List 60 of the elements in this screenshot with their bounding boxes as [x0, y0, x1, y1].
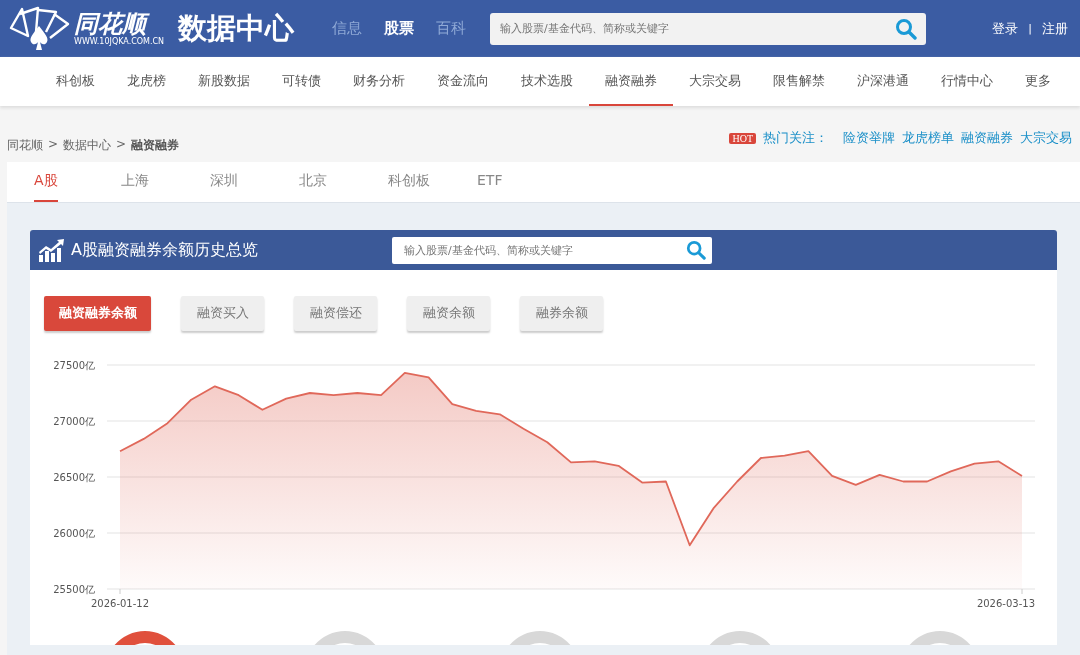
search-field[interactable]: 输入股票/基金代码、简称或关键字 [392, 236, 712, 264]
metric-button[interactable]: 融资偿还 [294, 296, 377, 331]
nav-tab[interactable]: 科创板 [40, 57, 111, 106]
hot-link[interactable]: 险资举牌 [843, 130, 895, 147]
market-tab[interactable]: 上海 [121, 162, 210, 202]
account-link[interactable]: 注册 [1042, 19, 1068, 38]
nav-tab[interactable]: 技术选股 [505, 57, 589, 106]
hot-badge: HOT [729, 133, 756, 144]
y-tick-label: 27500亿 [53, 360, 95, 371]
metric-button[interactable]: 融资买入 [181, 296, 264, 331]
metric-button[interactable]: 融券余额 [520, 296, 603, 331]
cards-spade-logo-icon [8, 5, 70, 52]
metric-button[interactable]: 融资融券余额 [44, 296, 151, 331]
separator-text: | [1028, 22, 1032, 35]
ring-chart-drawing [509, 631, 571, 645]
market-tab[interactable]: 科创板 [388, 162, 477, 202]
ring-chart-drawing [909, 631, 971, 645]
breadcrumb-separator: > [116, 136, 127, 153]
nav-tab[interactable]: 沪深港通 [841, 57, 925, 106]
breadcrumb-link[interactable]: 同花顺 [7, 136, 43, 154]
nav-tab[interactable]: 融资融券 [589, 57, 673, 106]
breadcrumb-separator: > [48, 136, 59, 153]
market-tab[interactable]: ETF [477, 162, 566, 202]
logo-text: 同花顺 [74, 10, 165, 37]
nav-tab[interactable]: 更多 [1009, 57, 1067, 106]
market-tab[interactable]: 北京 [299, 162, 388, 202]
account-link[interactable]: 登录 [992, 19, 1019, 38]
metric-button[interactable]: 融资余额 [407, 296, 490, 331]
nav-tab[interactable]: 财务分析 [337, 57, 421, 106]
site-title: 数据中心 [178, 9, 295, 47]
y-tick-label: 25500亿 [53, 584, 95, 595]
bar-chart-icon [38, 238, 64, 262]
ring-chart-drawing [314, 631, 376, 645]
search-icon[interactable] [895, 17, 917, 40]
y-tick-label: 26000亿 [53, 528, 95, 539]
nav-tab[interactable]: 龙虎榜 [111, 57, 182, 106]
nav-tab[interactable]: 新股数据 [182, 57, 266, 106]
nav-tab[interactable]: 可转债 [266, 57, 337, 106]
x-tick-label: 2026-03-13 [976, 598, 1035, 609]
panel-title: A股融资融券余额历史总览 [71, 239, 259, 261]
logo-url: WWW.10JQKA.COM.CN [74, 36, 165, 47]
ring-chart-drawing [114, 631, 176, 645]
search-field[interactable]: 输入股票/基金代码、简称或关键字 [490, 12, 926, 45]
y-tick-label: 26500亿 [53, 472, 95, 483]
nav-tab[interactable]: 行情中心 [925, 57, 1009, 106]
ring-chart-drawing [709, 631, 771, 645]
search-icon[interactable] [686, 239, 706, 260]
breadcrumb-current: 融资融券 [131, 136, 180, 154]
nav-tab[interactable]: 资金流向 [421, 57, 505, 106]
x-tick-label: 2026-01-12 [90, 598, 150, 609]
breadcrumb-link[interactable]: 数据中心 [63, 136, 112, 154]
nav-tab[interactable]: 大宗交易 [673, 57, 757, 106]
nav-tab[interactable]: 限售解禁 [757, 57, 841, 106]
channel-tab[interactable]: 股票 [384, 19, 414, 38]
market-tab[interactable]: 深圳 [210, 162, 299, 202]
hot-link[interactable]: 融资融券 [961, 130, 1013, 147]
hot-link[interactable]: 龙虎榜单 [902, 130, 954, 147]
hot-link[interactable]: 大宗交易 [1020, 130, 1072, 147]
hot-label: 热门关注： [763, 130, 828, 147]
y-tick-label: 27000亿 [53, 416, 95, 427]
